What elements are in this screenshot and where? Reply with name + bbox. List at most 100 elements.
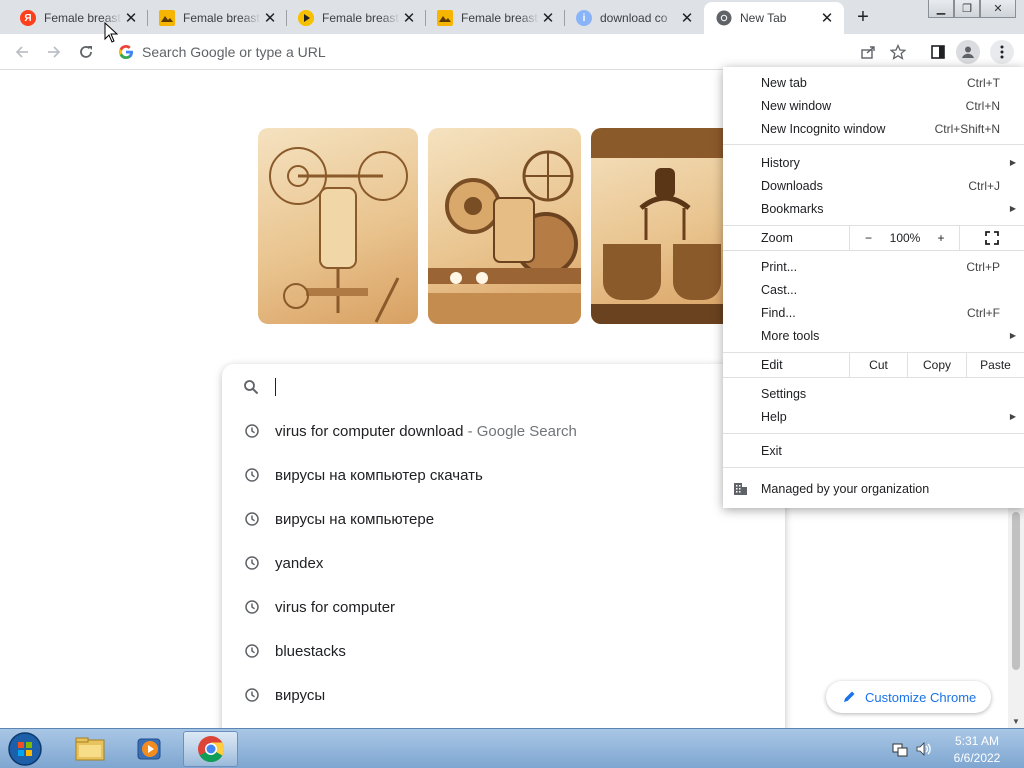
submenu-arrow-icon: ▶ [1009, 412, 1016, 421]
menu-item-exit[interactable]: Exit [723, 439, 1024, 462]
submenu-arrow-icon: ▶ [1009, 204, 1016, 213]
menu-shortcut: Ctrl+T [967, 75, 1000, 90]
menu-item-new-incognito[interactable]: New Incognito window Ctrl+Shift+N [723, 117, 1024, 140]
tab-4[interactable]: Female breast ✕ [425, 2, 565, 34]
bookmark-star-button[interactable] [886, 40, 910, 64]
menu-item-cast[interactable]: Cast... [723, 278, 1024, 301]
menu-label: Print... [761, 259, 798, 274]
paste-button[interactable]: Paste [966, 353, 1024, 377]
pencil-icon [844, 691, 855, 702]
menu-label: Exit [761, 443, 782, 458]
menu-label: More tools [761, 328, 820, 343]
copy-button[interactable]: Copy [907, 353, 966, 377]
volume-icon[interactable] [916, 741, 932, 757]
menu-item-new-tab[interactable]: New tab Ctrl+T [723, 71, 1024, 94]
menu-shortcut: Ctrl+F [967, 305, 1000, 320]
menu-item-find[interactable]: Find... Ctrl+F [723, 301, 1024, 324]
fullscreen-button[interactable] [959, 226, 1024, 250]
image-icon [159, 10, 175, 26]
taskbar-chrome[interactable] [183, 731, 238, 767]
tab-3[interactable]: Female breast ✕ [286, 2, 426, 34]
tab-5[interactable]: i download co ✕ [564, 2, 704, 34]
side-panel-icon [931, 45, 945, 59]
reload-button[interactable] [74, 40, 98, 64]
close-icon[interactable]: ✕ [678, 9, 696, 27]
tab-2[interactable]: Female breast ✕ [147, 2, 287, 34]
close-window-button[interactable]: ✕ [980, 0, 1016, 18]
chrome-menu-button[interactable] [990, 40, 1014, 64]
submenu-arrow-icon: ▶ [1009, 331, 1016, 340]
menu-item-new-window[interactable]: New window Ctrl+N [723, 94, 1024, 117]
menu-separator [723, 433, 1024, 434]
menu-item-bookmarks[interactable]: Bookmarks ▶ [723, 197, 1024, 220]
taskbar-date[interactable]: 6/6/2022 [942, 751, 1012, 765]
suggestion-item[interactable]: вирусы [222, 674, 785, 718]
customize-label: Customize Chrome [865, 689, 977, 705]
profile-button[interactable] [956, 40, 980, 64]
tab-title: download co [600, 11, 668, 25]
suggestion-item[interactable]: bluestacks [222, 630, 785, 674]
taskbar-media-player[interactable] [122, 731, 177, 767]
scrollbar-thumb[interactable] [1012, 512, 1020, 670]
menu-label: Bookmarks [761, 201, 824, 216]
close-icon[interactable]: ✕ [261, 9, 279, 27]
start-button[interactable] [4, 731, 46, 767]
omnibox[interactable]: Search Google or type a URL [110, 37, 880, 67]
page-scrollbar[interactable]: ▼ [1008, 508, 1024, 728]
suggestion-text: virus for computer [275, 599, 396, 616]
search-dropdown: virus for computer download - Google Sea… [222, 364, 785, 736]
chrome-icon [716, 10, 732, 26]
system-tray: 5:31 AM 6/6/2022 [886, 729, 1024, 768]
submenu-arrow-icon: ▶ [1009, 158, 1016, 167]
suggestion-item[interactable]: virus for computer download - Google Sea… [222, 410, 785, 454]
suggestion-item[interactable]: вирусы на компьютер скачать [222, 454, 785, 498]
text-cursor [275, 378, 276, 396]
new-tab-button[interactable]: + [850, 6, 876, 28]
restore-button[interactable]: ❐ [954, 0, 980, 18]
tab-1[interactable]: Я Female breast ✕ [8, 2, 148, 34]
menu-item-downloads[interactable]: Downloads Ctrl+J [723, 174, 1024, 197]
zoom-out-button[interactable]: − [849, 226, 887, 250]
avatar-icon [962, 46, 974, 58]
suggestion-suffix: - Google Search [463, 423, 577, 440]
forward-button[interactable] [42, 40, 66, 64]
menu-shortcut: Ctrl+J [968, 178, 1000, 193]
taskbar-time[interactable]: 5:31 AM [942, 734, 1012, 748]
close-icon[interactable]: ✕ [539, 9, 557, 27]
close-icon[interactable]: ✕ [122, 9, 140, 27]
menu-item-print[interactable]: Print... Ctrl+P [723, 255, 1024, 278]
menu-item-settings[interactable]: Settings [723, 382, 1024, 405]
cut-button[interactable]: Cut [849, 353, 907, 377]
zoom-in-button[interactable]: + [923, 226, 959, 250]
suggestion-item[interactable]: virus for computer [222, 586, 785, 630]
google-doodle[interactable] [258, 128, 724, 324]
share-icon [861, 46, 875, 59]
share-button[interactable] [856, 40, 880, 64]
menu-edit-row: Edit Cut Copy Paste [723, 353, 1024, 377]
tab-title: Female breast [461, 11, 538, 25]
back-button[interactable] [10, 40, 34, 64]
close-icon[interactable]: ✕ [818, 9, 836, 27]
tab-6-active[interactable]: New Tab ✕ [704, 2, 844, 34]
search-input[interactable] [222, 364, 785, 410]
suggestion-item[interactable]: вирусы на компьютере [222, 498, 785, 542]
suggestion-item[interactable]: yandex [222, 542, 785, 586]
customize-chrome-button[interactable]: Customize Chrome [826, 681, 991, 713]
menu-item-help[interactable]: Help ▶ [723, 405, 1024, 428]
menu-item-history[interactable]: History ▶ [723, 151, 1024, 174]
scroll-down-arrow-icon[interactable]: ▼ [1012, 717, 1020, 726]
back-arrow-icon [15, 46, 28, 58]
taskbar-explorer[interactable] [62, 731, 117, 767]
network-icon[interactable] [892, 741, 908, 757]
omnibox-placeholder: Search Google or type a URL [142, 44, 326, 60]
menu-item-more-tools[interactable]: More tools ▶ [723, 324, 1024, 347]
chrome-icon [197, 736, 224, 763]
history-clock-icon [245, 512, 259, 526]
menu-item-managed[interactable]: Managed by your organization [723, 477, 1024, 500]
menu-separator [723, 377, 1024, 378]
minimize-button[interactable]: ▁ [928, 0, 954, 18]
close-icon[interactable]: ✕ [400, 9, 418, 27]
menu-shortcut: Ctrl+P [966, 259, 1000, 274]
chrome-menu: New tab Ctrl+T New window Ctrl+N New Inc… [723, 67, 1024, 508]
side-panel-button[interactable] [926, 40, 950, 64]
